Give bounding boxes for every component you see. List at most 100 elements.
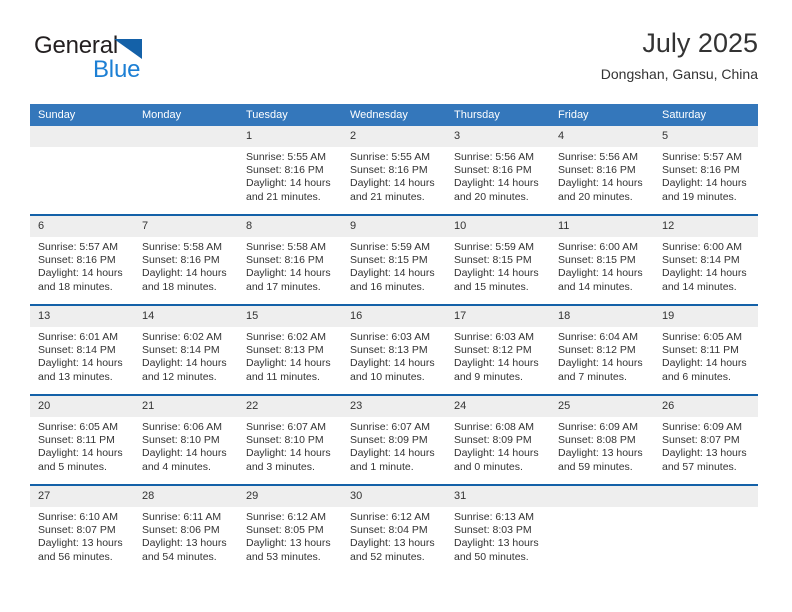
day-number: 11 (550, 216, 654, 237)
day-details (654, 507, 758, 511)
calendar-day-cell[interactable]: 25 Sunrise: 6:09 AM Sunset: 8:08 PM Dayligh… (550, 394, 654, 485)
calendar-day-cell[interactable]: 8 Sunrise: 5:58 AM Sunset: 8:16 PM Daylight… (238, 214, 342, 305)
calendar-day-cell[interactable]: 9 Sunrise: 5:59 AM Sunset: 8:15 PM Daylight… (342, 214, 446, 305)
day-number: 25 (550, 396, 654, 417)
day-details: Sunrise: 6:02 AM Sunset: 8:13 PM Daylight:… (238, 327, 342, 384)
daylight-text-line2: and 7 minutes. (558, 370, 627, 383)
sunset-text: Sunset: 8:15 PM (350, 254, 428, 267)
daylight-text-line1: Daylight: 14 hours (142, 357, 227, 370)
day-details: Sunrise: 5:57 AM Sunset: 8:16 PM Daylight:… (30, 237, 134, 294)
calendar-day-cell[interactable]: 3 Sunrise: 5:56 AM Sunset: 8:16 PM Daylight… (446, 126, 550, 215)
sunrise-text: Sunrise: 6:02 AM (246, 331, 326, 343)
calendar-day-cell[interactable]: 17 Sunrise: 6:03 AM Sunset: 8:12 PM Dayligh… (446, 304, 550, 395)
day-details: Sunrise: 5:57 AM Sunset: 8:16 PM Daylight:… (654, 147, 758, 204)
day-details: Sunrise: 6:12 AM Sunset: 8:05 PM Daylight:… (238, 507, 342, 564)
calendar-day-cell[interactable]: 30 Sunrise: 6:12 AM Sunset: 8:04 PM Dayligh… (342, 484, 446, 574)
daylight-text-line2: and 57 minutes. (662, 460, 737, 473)
daylight-text-line1: Daylight: 14 hours (142, 267, 227, 280)
calendar-day-cell[interactable]: 16 Sunrise: 6:03 AM Sunset: 8:13 PM Dayligh… (342, 304, 446, 395)
daylight-text-line1: Daylight: 14 hours (38, 447, 123, 460)
calendar-day-cell[interactable] (134, 126, 238, 215)
day-details: Sunrise: 5:56 AM Sunset: 8:16 PM Daylight:… (550, 147, 654, 204)
daylight-text-line1: Daylight: 14 hours (142, 447, 227, 460)
calendar-day-cell[interactable]: 21 Sunrise: 6:06 AM Sunset: 8:10 PM Dayligh… (134, 394, 238, 485)
daylight-text-line2: and 18 minutes. (142, 280, 217, 293)
title-block: July 2025 Dongshan, Gansu, China (601, 26, 758, 83)
calendar-day-cell[interactable]: 12 Sunrise: 6:00 AM Sunset: 8:14 PM Dayligh… (654, 214, 758, 305)
calendar-day-cell[interactable]: 19 Sunrise: 6:05 AM Sunset: 8:11 PM Dayligh… (654, 304, 758, 395)
daylight-text-line2: and 14 minutes. (558, 280, 633, 293)
calendar-day-cell[interactable]: 7 Sunrise: 5:58 AM Sunset: 8:16 PM Daylight… (134, 214, 238, 305)
calendar-day-cell[interactable]: 1 Sunrise: 5:55 AM Sunset: 8:16 PM Daylight… (238, 126, 342, 215)
calendar-day-cell[interactable]: 29 Sunrise: 6:12 AM Sunset: 8:05 PM Dayligh… (238, 484, 342, 574)
calendar-day-cell[interactable]: 5 Sunrise: 5:57 AM Sunset: 8:16 PM Daylight… (654, 126, 758, 215)
calendar-day-cell[interactable]: 6 Sunrise: 5:57 AM Sunset: 8:16 PM Daylight… (30, 214, 134, 305)
calendar-day-cell[interactable]: 18 Sunrise: 6:04 AM Sunset: 8:12 PM Dayligh… (550, 304, 654, 395)
calendar-page: General Blue July 2025 Dongshan, Gansu, … (0, 0, 792, 612)
sunset-text: Sunset: 8:16 PM (246, 254, 324, 267)
day-details: Sunrise: 5:59 AM Sunset: 8:15 PM Daylight:… (446, 237, 550, 294)
sunset-text: Sunset: 8:16 PM (662, 164, 740, 177)
sunset-text: Sunset: 8:12 PM (454, 344, 532, 357)
sunrise-text: Sunrise: 5:56 AM (558, 151, 638, 163)
daylight-text-line1: Daylight: 13 hours (350, 537, 435, 550)
daylight-text-line1: Daylight: 14 hours (350, 357, 435, 370)
day-number: 22 (238, 396, 342, 417)
calendar-day-cell[interactable]: 13 Sunrise: 6:01 AM Sunset: 8:14 PM Dayligh… (30, 304, 134, 395)
calendar-day-cell[interactable]: 23 Sunrise: 6:07 AM Sunset: 8:09 PM Dayligh… (342, 394, 446, 485)
sunset-text: Sunset: 8:16 PM (246, 164, 324, 177)
sunrise-text: Sunrise: 6:05 AM (662, 331, 742, 343)
calendar-day-cell[interactable]: 27 Sunrise: 6:10 AM Sunset: 8:07 PM Dayligh… (30, 484, 134, 574)
day-number: 26 (654, 396, 758, 417)
sunset-text: Sunset: 8:06 PM (142, 524, 220, 537)
calendar-day-cell[interactable]: 20 Sunrise: 6:05 AM Sunset: 8:11 PM Dayligh… (30, 394, 134, 485)
daylight-text-line1: Daylight: 13 hours (142, 537, 227, 550)
calendar-day-cell[interactable] (654, 484, 758, 574)
day-details: Sunrise: 6:10 AM Sunset: 8:07 PM Daylight:… (30, 507, 134, 564)
daylight-text-line1: Daylight: 14 hours (350, 447, 435, 460)
sunset-text: Sunset: 8:11 PM (38, 434, 115, 447)
daylight-text-line1: Daylight: 14 hours (38, 267, 123, 280)
calendar-day-cell[interactable]: 15 Sunrise: 6:02 AM Sunset: 8:13 PM Dayligh… (238, 304, 342, 395)
sunset-text: Sunset: 8:08 PM (558, 434, 636, 447)
daylight-text-line2: and 14 minutes. (662, 280, 737, 293)
weekday-header-monday: Monday (134, 104, 238, 126)
day-number: 24 (446, 396, 550, 417)
day-number: 31 (446, 486, 550, 507)
day-number (550, 486, 654, 507)
daylight-text-line2: and 0 minutes. (454, 460, 523, 473)
calendar-day-cell[interactable]: 11 Sunrise: 6:00 AM Sunset: 8:15 PM Dayligh… (550, 214, 654, 305)
day-details: Sunrise: 5:58 AM Sunset: 8:16 PM Daylight:… (238, 237, 342, 294)
calendar-day-cell[interactable]: 2 Sunrise: 5:55 AM Sunset: 8:16 PM Daylight… (342, 126, 446, 215)
calendar-day-cell[interactable] (550, 484, 654, 574)
daylight-text-line2: and 5 minutes. (38, 460, 107, 473)
daylight-text-line2: and 20 minutes. (558, 190, 633, 203)
sunrise-text: Sunrise: 6:07 AM (350, 421, 430, 433)
calendar-day-cell[interactable]: 31 Sunrise: 6:13 AM Sunset: 8:03 PM Dayligh… (446, 484, 550, 574)
calendar-day-cell[interactable]: 22 Sunrise: 6:07 AM Sunset: 8:10 PM Dayligh… (238, 394, 342, 485)
calendar-day-cell[interactable]: 24 Sunrise: 6:08 AM Sunset: 8:09 PM Dayligh… (446, 394, 550, 485)
day-details (134, 147, 238, 151)
calendar-day-cell[interactable]: 10 Sunrise: 5:59 AM Sunset: 8:15 PM Dayligh… (446, 214, 550, 305)
day-number: 12 (654, 216, 758, 237)
daylight-text-line2: and 15 minutes. (454, 280, 529, 293)
day-number: 29 (238, 486, 342, 507)
day-number (30, 126, 134, 147)
calendar-table: Sunday Monday Tuesday Wednesday Thursday… (30, 104, 758, 574)
day-number: 20 (30, 396, 134, 417)
sunrise-text: Sunrise: 6:11 AM (142, 511, 222, 523)
calendar-day-cell[interactable]: 28 Sunrise: 6:11 AM Sunset: 8:06 PM Dayligh… (134, 484, 238, 574)
sunset-text: Sunset: 8:15 PM (558, 254, 636, 267)
sunrise-text: Sunrise: 6:00 AM (558, 241, 638, 253)
calendar-day-cell[interactable]: 26 Sunrise: 6:09 AM Sunset: 8:07 PM Dayligh… (654, 394, 758, 485)
day-details: Sunrise: 5:58 AM Sunset: 8:16 PM Daylight:… (134, 237, 238, 294)
day-details: Sunrise: 6:11 AM Sunset: 8:06 PM Daylight:… (134, 507, 238, 564)
calendar-day-cell[interactable]: 14 Sunrise: 6:02 AM Sunset: 8:14 PM Dayligh… (134, 304, 238, 395)
sunset-text: Sunset: 8:16 PM (38, 254, 116, 267)
calendar-day-cell[interactable] (30, 126, 134, 215)
calendar-week-row: 6 Sunrise: 5:57 AM Sunset: 8:16 PM Daylight… (30, 214, 758, 305)
calendar-day-cell[interactable]: 4 Sunrise: 5:56 AM Sunset: 8:16 PM Daylight… (550, 126, 654, 215)
daylight-text-line1: Daylight: 14 hours (662, 357, 747, 370)
day-number: 17 (446, 306, 550, 327)
day-number: 19 (654, 306, 758, 327)
